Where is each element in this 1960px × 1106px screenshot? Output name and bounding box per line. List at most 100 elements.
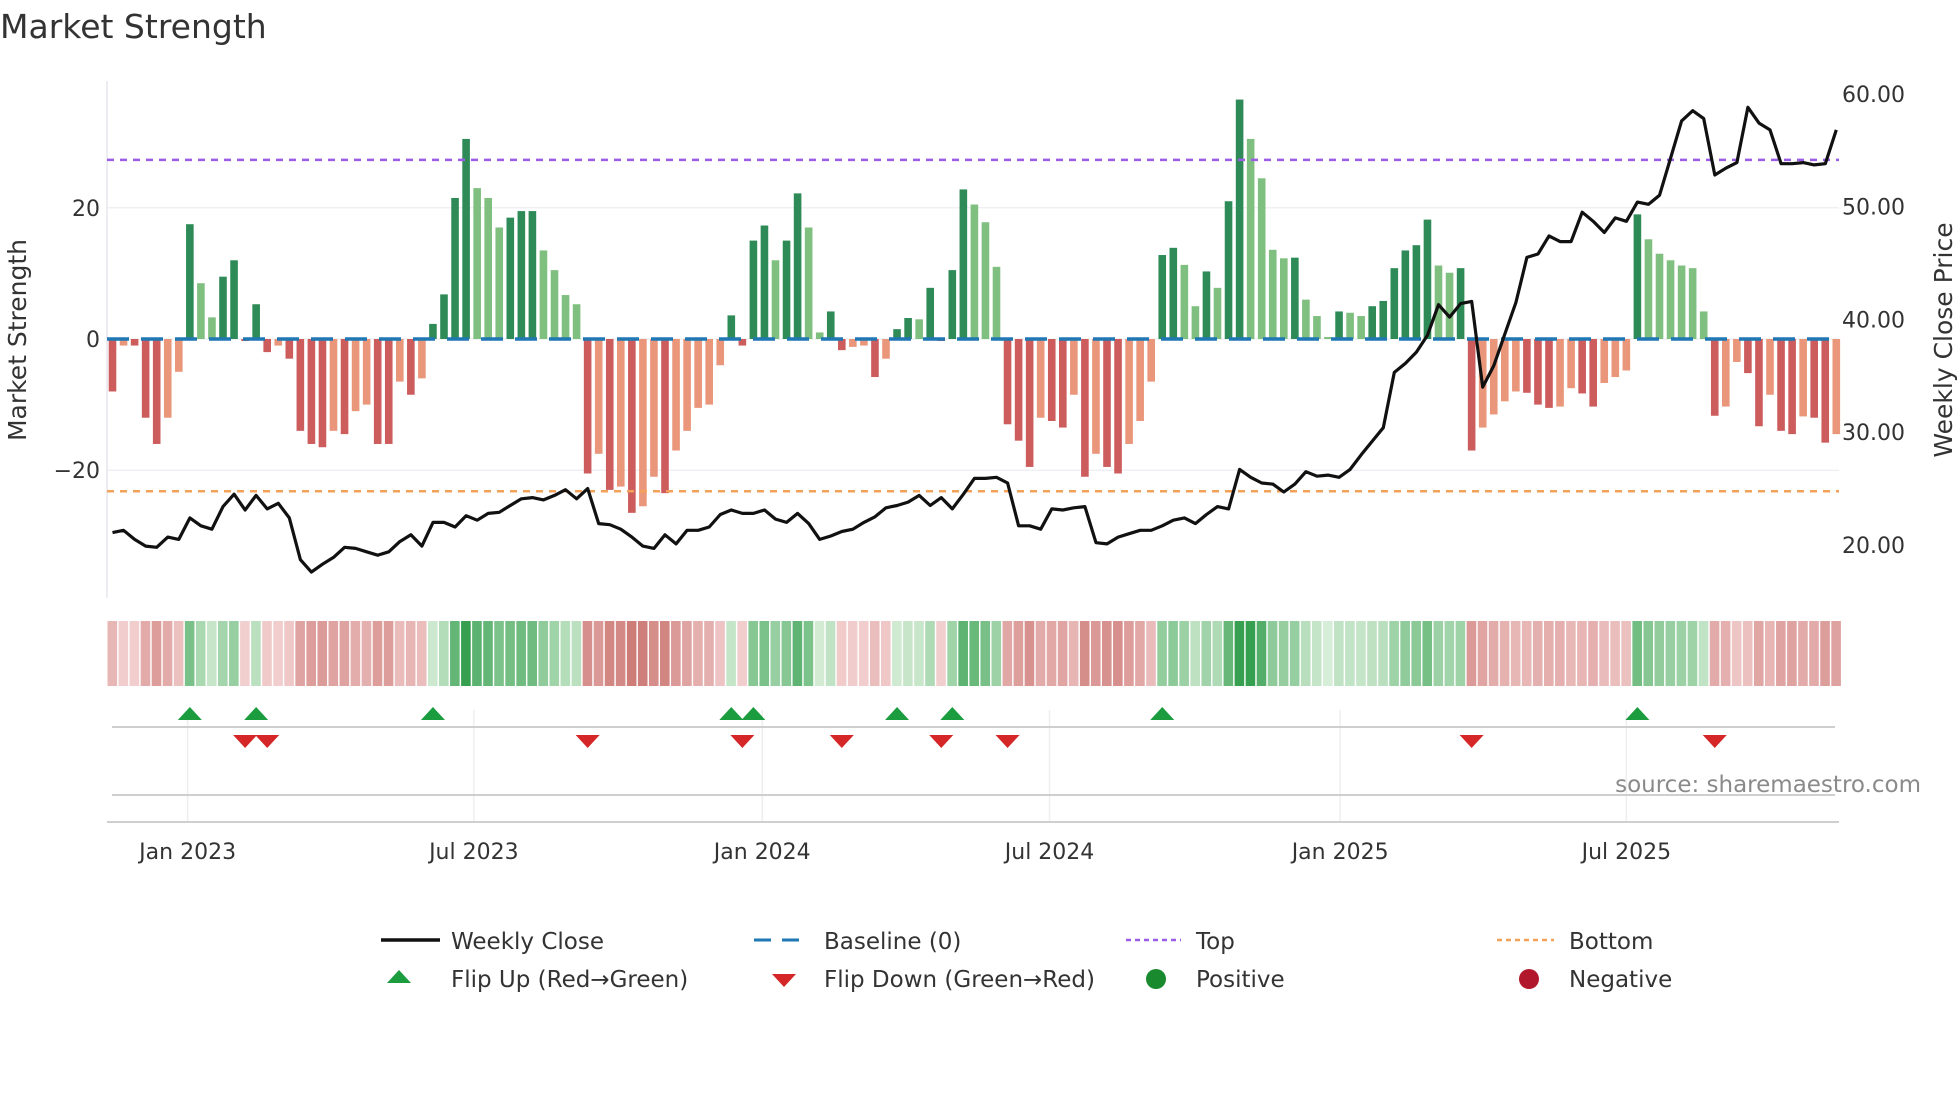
strength-bar (1324, 337, 1332, 339)
strength-bar (285, 339, 294, 359)
strip-cell (1002, 621, 1013, 686)
strip-cell (792, 621, 803, 686)
flip-up-marker (177, 707, 202, 720)
strip-cell (1444, 621, 1455, 686)
strength-bar (771, 260, 780, 339)
strip-cell (1190, 621, 1200, 686)
legend-label: Flip Up (Red→Green) (451, 967, 688, 993)
strength-bar (1114, 339, 1122, 474)
strip-cell (472, 621, 482, 686)
strip-cell (140, 621, 151, 686)
strength-bar (561, 295, 570, 339)
strip-cell (1367, 621, 1377, 686)
strength-bar (340, 339, 349, 435)
flip-down-marker (233, 735, 258, 748)
strip-cell (1389, 621, 1399, 686)
strength-bar (1556, 339, 1564, 407)
strength-bar (1246, 138, 1255, 339)
strip-cell (1643, 621, 1654, 686)
strip-cell (1433, 621, 1444, 686)
market-strength-chart: Market Strength 20 0 −20 60.00 50.00 40.00 30… (0, 7, 1958, 993)
strip-cell (671, 621, 681, 686)
right-axis-ticks: 60.00 50.00 40.00 30.00 20.00 (1842, 83, 1905, 559)
strip-cell (1555, 621, 1565, 686)
strip-cell (1400, 621, 1410, 686)
y2-tick-label: 50.00 (1842, 196, 1905, 221)
strength-bar (1733, 339, 1741, 362)
strip-cell (1068, 621, 1079, 686)
strength-bar (1677, 265, 1686, 339)
strength-bar (1081, 339, 1089, 477)
strip-cell (836, 621, 847, 686)
strength-bar (1666, 260, 1675, 339)
strength-bar (451, 197, 459, 339)
y-tick-label: −20 (54, 459, 100, 484)
strip-cell (328, 621, 339, 686)
strip-cell (240, 621, 250, 686)
strip-cell (648, 621, 659, 686)
strength-bar (329, 339, 338, 431)
strength-bar (639, 339, 647, 507)
strength-bar (462, 138, 470, 339)
y2-tick-label: 60.00 (1842, 83, 1905, 108)
strip-cell (1588, 621, 1598, 686)
strength-bar (1390, 268, 1399, 339)
strip-cell (184, 621, 195, 686)
legend-item-bottom: Bottom (1497, 929, 1653, 955)
strip-cell (218, 621, 228, 686)
strength-bar (605, 339, 614, 490)
legend-item-weekly-close: Weekly Close (381, 929, 604, 955)
strength-bar (396, 339, 404, 382)
strength-bar (108, 339, 117, 392)
strip-cell (1013, 621, 1024, 686)
strip-cell (1311, 621, 1322, 686)
strip-cell (1135, 621, 1145, 686)
strip-cell (483, 621, 493, 686)
flip-down-marker (929, 735, 954, 748)
flip-up-marker (940, 707, 965, 720)
strength-bar (1611, 339, 1620, 378)
strength-bar (506, 217, 515, 339)
strip-cell (869, 621, 880, 686)
flip-markers-panel (177, 707, 1727, 822)
strength-bar (705, 339, 713, 405)
strip-cell (1676, 621, 1687, 686)
strip-cell (1057, 621, 1068, 686)
flip-down-marker (730, 735, 755, 748)
strength-bar (749, 240, 758, 339)
strip-cell (1632, 621, 1642, 686)
strip-cell (439, 621, 449, 686)
strength-bar (1280, 258, 1288, 339)
strip-cell (947, 621, 957, 686)
strip-cell (1334, 621, 1344, 686)
strength-bar (583, 339, 592, 474)
strip-cell (1742, 621, 1753, 686)
legend-item-positive: Positive (1146, 967, 1285, 993)
flip-down-marker (575, 735, 600, 748)
legend-label: Top (1195, 929, 1235, 955)
y2-tick-label: 20.00 (1842, 534, 1905, 559)
strength-bar (1512, 339, 1520, 392)
strength-bar (1810, 339, 1818, 418)
strength-bar (1313, 316, 1321, 339)
strength-bar (296, 339, 305, 431)
strip-cell (715, 621, 725, 686)
strip-cell (229, 621, 239, 686)
strength-bar (1766, 339, 1774, 395)
strip-cell (1090, 621, 1101, 686)
flip-down-marker (1459, 735, 1484, 748)
strip-cell (1499, 621, 1510, 686)
strip-cell (306, 621, 316, 686)
strength-bar (1523, 339, 1531, 393)
strength-bar (263, 339, 271, 353)
strength-bar (1501, 339, 1509, 402)
strength-bar (1467, 339, 1476, 451)
strip-cell (1776, 621, 1786, 686)
strip-cell (538, 621, 549, 686)
flip-down-marker (829, 735, 854, 748)
strip-cell (626, 621, 637, 686)
strength-bar (1434, 265, 1443, 339)
legend-item-flip-down: Flip Down (Green→Red) (772, 967, 1095, 993)
strip-cell (914, 621, 924, 686)
strip-cell (1809, 621, 1819, 686)
